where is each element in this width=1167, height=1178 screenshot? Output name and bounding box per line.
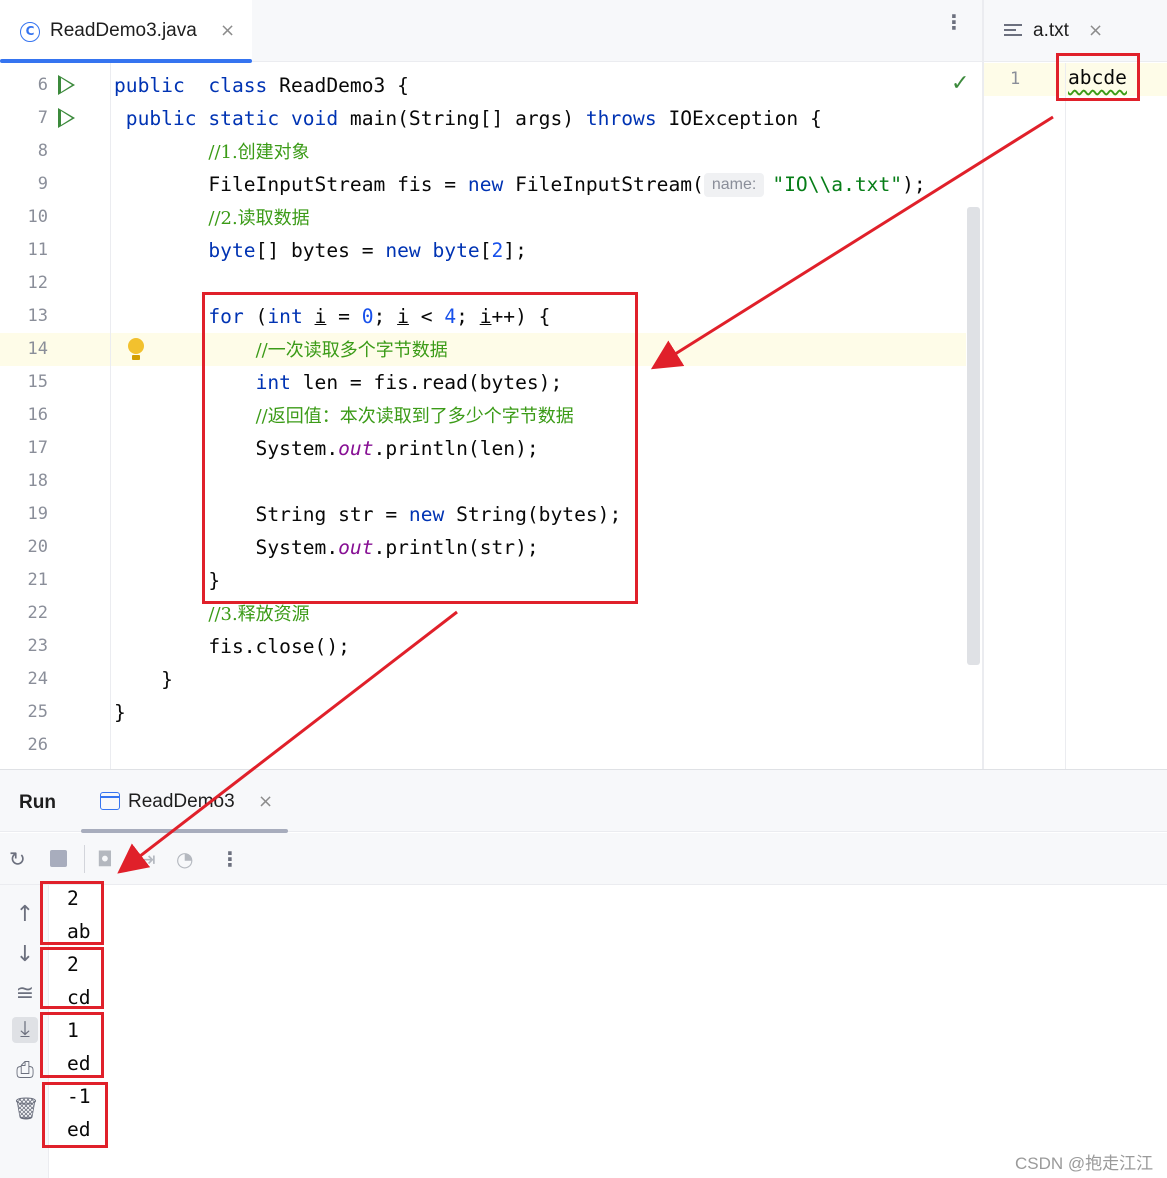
tab-run-readdemo3[interactable]: ReadDemo3 × (81, 770, 288, 833)
line-number: 16 (27, 405, 48, 425)
print-icon[interactable]: ⎙ (12, 1058, 38, 1084)
code-line: 11 byte[] bytes = new byte[2]; (0, 234, 966, 267)
rerun-icon[interactable]: ↻ (9, 847, 26, 871)
line-number: 14 (27, 339, 48, 359)
run-gutter-icon[interactable] (58, 75, 75, 95)
toolbar-separator (84, 845, 85, 873)
scroll-down-icon[interactable]: ↓ (12, 942, 38, 968)
txt-editor[interactable]: 1 abcde (984, 63, 1167, 770)
console-output[interactable]: 2 ab 2 cd 1 ed -1 ed (50, 885, 1167, 1178)
code-text: FileInputStream fis = new FileInputStrea… (114, 173, 926, 197)
code-text: fis.close(); (114, 635, 350, 658)
code-text: //2.读取数据 (208, 208, 310, 229)
run-toolbar: ↻ ◘ ⇥ ◔ ⋮ (0, 833, 1167, 885)
annotation-box-output-1 (40, 881, 104, 945)
scroll-up-icon[interactable]: ↑ (12, 902, 38, 928)
more-icon[interactable]: ⋮ (220, 847, 240, 871)
run-tab-title: ReadDemo3 (128, 791, 235, 812)
code-line: 10 //2.读取数据 (0, 201, 966, 234)
code-text: } (114, 701, 126, 724)
export-icon[interactable]: ⇥ (139, 847, 156, 871)
line-number: 8 (37, 141, 48, 161)
code-text: byte[] bytes = new byte[2]; (208, 239, 527, 262)
code-line: 6 public class ReadDemo3 { (0, 69, 966, 102)
tab-title: ReadDemo3.java (50, 20, 197, 41)
annotation-box-output-2 (40, 947, 104, 1009)
scroll-to-end-icon[interactable]: ⤓ (12, 1017, 38, 1043)
close-icon[interactable]: × (258, 791, 273, 812)
line-number: 21 (27, 570, 48, 590)
tab-readdemo3-java[interactable]: C ReadDemo3.java × (0, 0, 252, 63)
vertical-scrollbar[interactable] (967, 207, 980, 665)
editor-tab-bar: C ReadDemo3.java × ⋮ (0, 0, 982, 63)
code-line: 25} (0, 696, 966, 729)
close-icon[interactable]: × (220, 20, 235, 41)
annotation-box-file-content (1056, 53, 1140, 101)
code-line: 9 FileInputStream fis = new FileInputStr… (0, 168, 966, 201)
line-number: 25 (27, 702, 48, 722)
run-gutter-icon[interactable] (58, 108, 75, 128)
gutter-divider (1065, 63, 1066, 770)
line-number: 26 (27, 735, 48, 755)
line-number: 1 (1010, 69, 1021, 89)
close-icon[interactable]: × (1088, 20, 1103, 41)
watermark: CSDN @抱走江江 (1015, 1154, 1154, 1173)
line-number: 22 (27, 603, 48, 623)
line-number: 15 (27, 372, 48, 392)
line-number: 19 (27, 504, 48, 524)
soft-wrap-icon[interactable]: ≅ (12, 981, 38, 1007)
code-text: public class ReadDemo3 { (114, 74, 409, 97)
text-file-icon (1004, 24, 1022, 39)
code-text: public static void main(String[] args) t… (125, 107, 822, 130)
line-number: 9 (37, 174, 48, 194)
line-number: 18 (27, 471, 48, 491)
code-text: //1.创建对象 (208, 142, 310, 163)
clear-icon[interactable]: 🗑 (12, 1097, 40, 1123)
line-number: 20 (27, 537, 48, 557)
line-number: 11 (27, 240, 48, 260)
line-number: 24 (27, 669, 48, 689)
annotation-box-output-3 (40, 1012, 104, 1078)
line-number: 7 (37, 108, 48, 128)
screenshot-icon[interactable]: ◘ (97, 847, 113, 871)
run-panel-title: Run (19, 792, 56, 813)
annotation-box-output-4 (42, 1082, 108, 1148)
more-tabs-icon[interactable]: ⋮ (944, 12, 964, 32)
code-line: 7 public static void main(String[] args)… (0, 102, 966, 135)
line-number: 23 (27, 636, 48, 656)
line-number: 10 (27, 207, 48, 227)
code-line: 24 } (0, 663, 966, 696)
tab-title: a.txt (1033, 20, 1069, 41)
code-line: 8 //1.创建对象 (0, 135, 966, 168)
stop-icon[interactable] (50, 850, 67, 867)
run-panel-header: Run ReadDemo3 × (0, 770, 1167, 833)
line-number: 6 (37, 75, 48, 95)
class-icon: C (20, 22, 40, 42)
console-window-icon (100, 792, 120, 810)
code-text: } (114, 668, 173, 691)
line-number: 17 (27, 438, 48, 458)
line-number: 13 (27, 306, 48, 326)
profiler-icon[interactable]: ◔ (176, 847, 193, 871)
code-line: 23 fis.close(); (0, 630, 966, 663)
code-line: 26 (0, 729, 966, 762)
annotation-box-for-loop (202, 292, 638, 604)
line-number: 12 (27, 273, 48, 293)
